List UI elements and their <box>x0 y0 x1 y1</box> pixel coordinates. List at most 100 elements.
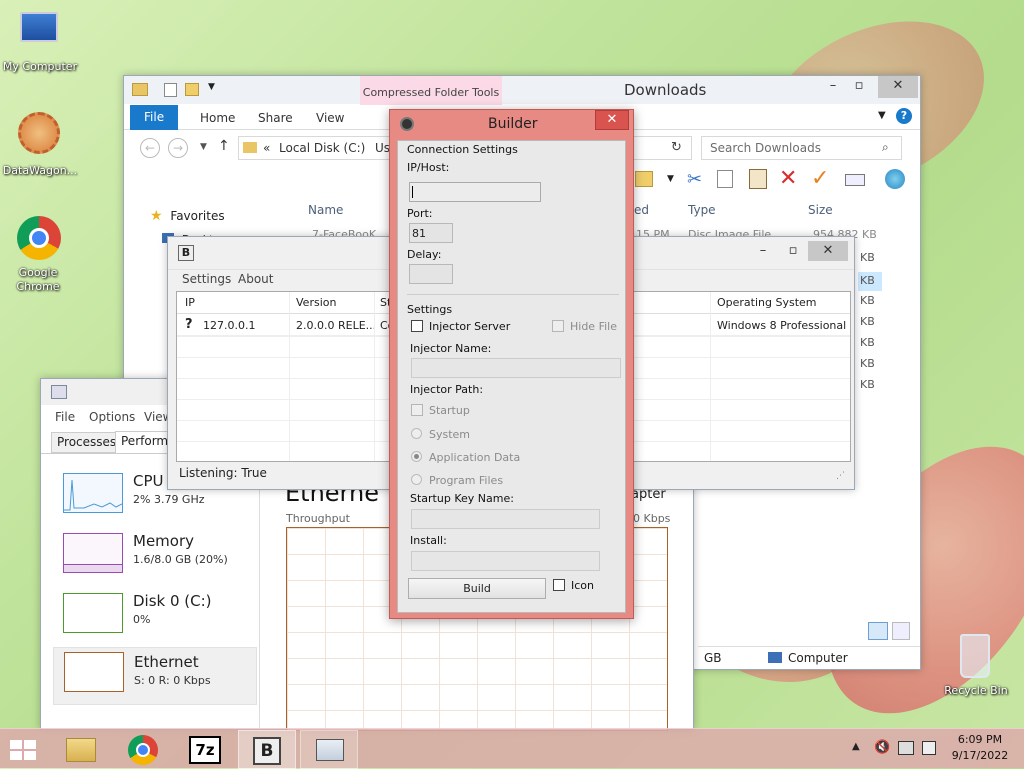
perf-item-ethernet[interactable]: Ethernet S: 0 R: 0 Kbps <box>53 647 257 705</box>
tab-file[interactable]: File <box>130 105 179 130</box>
qat-dropdown-icon[interactable]: ▼ <box>208 82 215 92</box>
tab-view[interactable]: View <box>302 106 358 130</box>
port-input[interactable]: 81 <box>409 223 453 243</box>
delete-icon[interactable]: ✕ <box>779 166 797 191</box>
tab-share[interactable]: Share <box>244 106 307 130</box>
cut-icon[interactable]: ✂ <box>687 169 702 190</box>
row-os: Windows 8 Professional 6 <box>717 319 850 332</box>
desktop-icon-chrome[interactable]: Google Chrome <box>0 214 80 294</box>
search-input[interactable]: Search Downloads <box>710 141 821 155</box>
computer-small-icon <box>768 652 782 663</box>
7zip-icon: 7z <box>189 736 221 764</box>
minimize-button[interactable]: – <box>748 241 778 263</box>
menu-options[interactable]: Options <box>89 410 135 424</box>
clock[interactable]: 6:09 PM 9/17/2022 <box>944 733 1016 767</box>
column-type[interactable]: Type <box>688 203 716 217</box>
tab-processes[interactable]: Processes <box>51 432 123 453</box>
properties-icon[interactable] <box>164 83 177 97</box>
maximize-button[interactable]: ▫ <box>844 76 874 98</box>
builder-titlebar[interactable]: Builder ✕ <box>390 110 633 138</box>
menu-about[interactable]: About <box>238 272 273 286</box>
size-cell: KB <box>860 251 882 271</box>
maximize-button[interactable]: ▫ <box>778 241 808 263</box>
folder-icon <box>66 738 96 762</box>
recent-locations-icon[interactable]: ▼ <box>200 142 207 152</box>
up-button[interactable]: ↑ <box>218 138 230 154</box>
system-radio[interactable] <box>411 428 422 439</box>
view-tiles-button[interactable] <box>892 622 910 640</box>
menu-settings[interactable]: Settings <box>182 272 231 286</box>
startup-key-label: Startup Key Name: <box>410 492 514 505</box>
taskbar-7zip[interactable]: 7z <box>176 730 234 769</box>
view-details-button[interactable] <box>868 622 888 640</box>
column-name[interactable]: Name <box>308 203 343 217</box>
taskbar-client[interactable]: B <box>238 730 296 769</box>
system-label: System <box>429 428 471 441</box>
close-button[interactable]: ✕ <box>808 241 848 261</box>
desktop-icon-recycle-bin[interactable]: Recycle Bin <box>938 628 1014 700</box>
help-icon[interactable]: ? <box>896 108 912 124</box>
column-size[interactable]: Size <box>808 203 833 217</box>
builder-close-button[interactable]: ✕ <box>595 110 629 130</box>
expand-ribbon-icon[interactable]: ▼ <box>878 110 886 121</box>
taskbar-chrome[interactable] <box>114 730 172 769</box>
injector-server-checkbox[interactable] <box>411 320 423 332</box>
desktop-icon-datawagon[interactable]: DataWagon... <box>0 110 80 180</box>
perf-item-name: Ethernet <box>134 653 199 671</box>
chrome-icon <box>128 735 158 765</box>
close-button[interactable]: ✕ <box>878 76 918 98</box>
forward-button[interactable]: → <box>168 138 188 158</box>
appdata-radio[interactable] <box>411 451 422 462</box>
action-center-icon[interactable] <box>922 741 936 755</box>
taskbar-file-explorer[interactable] <box>52 730 110 769</box>
perf-item-value: 0% <box>133 613 151 626</box>
dropdown-icon[interactable]: ▼ <box>667 174 674 184</box>
column-os[interactable]: Operating System <box>717 296 817 309</box>
refresh-icon[interactable]: ↻ <box>671 140 682 155</box>
globe-icon[interactable] <box>885 169 905 189</box>
column-date-modified[interactable]: ed <box>634 203 649 217</box>
ip-host-input[interactable] <box>409 182 541 202</box>
icon-checkbox[interactable] <box>553 579 565 591</box>
hide-file-checkbox[interactable] <box>552 320 564 332</box>
taskbar-task-manager[interactable] <box>300 730 358 769</box>
program-files-radio[interactable] <box>411 474 422 485</box>
search-box[interactable]: Search Downloads ⌕ <box>701 136 902 160</box>
install-input[interactable] <box>411 551 600 571</box>
new-folder-icon[interactable] <box>185 83 199 96</box>
copy-icon[interactable] <box>717 170 733 188</box>
perf-item-disk[interactable]: Disk 0 (C:) 0% <box>53 589 257 645</box>
startup-checkbox[interactable] <box>411 404 423 416</box>
delay-input[interactable] <box>409 264 453 284</box>
tab-home[interactable]: Home <box>186 106 249 130</box>
desktop-icon-my-computer[interactable]: My Computer <box>0 8 80 78</box>
startup-key-input[interactable] <box>411 509 600 529</box>
column-ip[interactable]: IP <box>185 296 195 309</box>
settings-heading: Settings <box>407 303 453 316</box>
perf-item-value: S: 0 R: 0 Kbps <box>134 674 211 687</box>
menu-file[interactable]: File <box>55 410 75 424</box>
injector-name-input[interactable] <box>411 358 621 378</box>
nav-favorites[interactable]: ★ Favorites <box>150 208 270 226</box>
rename-icon[interactable] <box>845 174 865 186</box>
network-icon[interactable] <box>898 741 914 755</box>
back-button[interactable]: ← <box>140 138 160 158</box>
column-version[interactable]: Version <box>296 296 336 309</box>
ok-folder-icon[interactable] <box>635 171 653 187</box>
resize-grip-icon[interactable]: ⋰ <box>836 471 845 481</box>
volume-icon[interactable]: 🔇 <box>874 740 890 755</box>
size-cell: KB <box>860 378 875 391</box>
address-text-tail: Us <box>375 141 391 155</box>
injector-path-label: Injector Path: <box>410 383 484 396</box>
size-cell: KB <box>860 294 875 307</box>
perf-item-memory[interactable]: Memory 1.6/8.0 GB (20%) <box>53 529 257 585</box>
checkmark-icon[interactable]: ✓ <box>811 166 829 191</box>
throughput-max: 0 Kbps <box>633 512 671 525</box>
paste-icon[interactable] <box>749 169 767 189</box>
show-hidden-icons[interactable]: ▲ <box>852 741 860 752</box>
start-button[interactable] <box>8 738 38 760</box>
build-button[interactable]: Build <box>408 578 546 599</box>
explorer-titlebar[interactable]: ▼ Compressed Folder Tools Downloads – ▫ … <box>124 76 920 110</box>
disk-graph <box>63 593 123 633</box>
taskbar: 7z B ▲ 🔇 6:09 PM 9/17/2022 <box>0 728 1024 769</box>
